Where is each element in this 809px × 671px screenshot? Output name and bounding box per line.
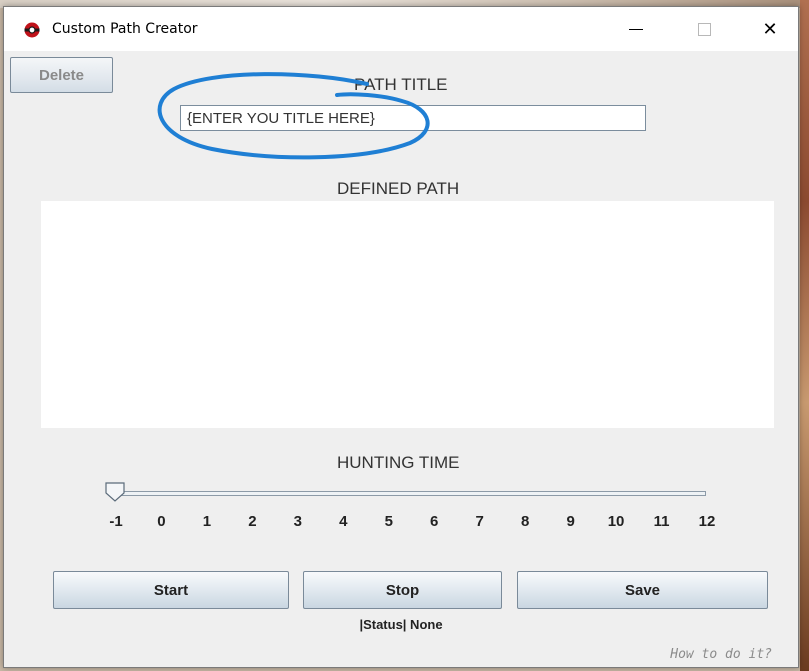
close-button[interactable]: ✕ [742, 7, 798, 51]
slider-tick-label: 7 [475, 513, 484, 530]
slider-tick-label: 5 [384, 513, 393, 530]
window-title: Custom Path Creator [52, 21, 198, 37]
slider-tick-labels: -1 0 1 2 3 4 5 6 7 8 9 10 11 12 [4, 513, 798, 535]
hunting-time-slider[interactable] [104, 479, 709, 505]
slider-track[interactable] [109, 491, 706, 496]
app-logo-icon [24, 22, 40, 38]
slider-tick-label: 11 [653, 513, 670, 530]
slider-tick-label: 6 [430, 513, 439, 530]
slider-tick-label: 0 [157, 513, 166, 530]
path-title-label: PATH TITLE [354, 75, 448, 94]
minimize-icon [629, 28, 643, 30]
title-bar[interactable]: Custom Path Creator ✕ [4, 7, 798, 51]
slider-tick-label: 4 [339, 513, 348, 530]
slider-tick-label: 1 [202, 513, 212, 530]
start-button[interactable]: Start [53, 571, 289, 609]
defined-path-label: DEFINED PATH [337, 179, 460, 198]
slider-thumb[interactable] [104, 481, 126, 503]
custom-path-creator-window: Custom Path Creator ✕ Delete PATH TITLE … [3, 6, 799, 668]
close-icon: ✕ [762, 18, 778, 40]
minimize-button[interactable] [608, 7, 664, 51]
save-button[interactable]: Save [517, 571, 768, 609]
slider-tick-label: 2 [248, 513, 257, 530]
delete-button[interactable]: Delete [10, 57, 113, 93]
path-title-input[interactable] [180, 105, 646, 131]
slider-tick-label: 3 [293, 513, 303, 530]
slider-tick-label: 8 [520, 513, 530, 530]
slider-tick-label: 9 [566, 513, 575, 530]
slider-tick-label: 10 [607, 513, 625, 530]
how-to-link[interactable]: How to do it? [670, 647, 772, 662]
maximize-button[interactable] [676, 7, 732, 51]
status-label: |Status| None [359, 617, 443, 632]
background-app-edge [800, 0, 809, 671]
hunting-time-label: HUNTING TIME [337, 453, 460, 472]
slider-tick-label: -1 [109, 513, 123, 530]
slider-tick-label: 12 [698, 513, 716, 530]
maximize-icon [697, 22, 711, 36]
content-panel: Delete PATH TITLE DEFINED PATH HUNTING T… [4, 51, 798, 667]
defined-path-list[interactable] [41, 201, 774, 428]
stop-button[interactable]: Stop [303, 571, 502, 609]
